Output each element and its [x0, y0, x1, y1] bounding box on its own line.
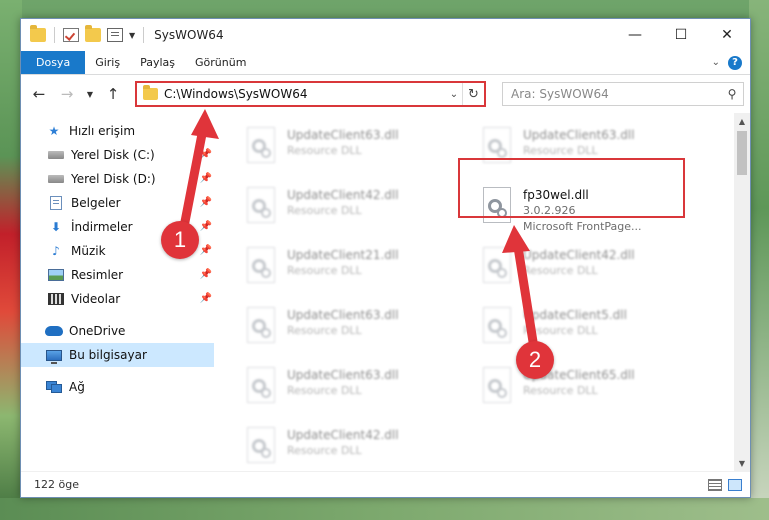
folder-icon — [30, 25, 46, 42]
address-dropdown-icon[interactable]: ⌄ — [446, 89, 462, 100]
new-folder-icon[interactable] — [85, 25, 101, 42]
back-button[interactable]: ← — [27, 82, 51, 106]
window-title: SysWOW64 — [154, 28, 224, 42]
item-count: 122 öge — [34, 478, 79, 491]
dll-file-icon — [244, 127, 278, 167]
tab-home[interactable]: Giriş — [85, 51, 130, 74]
videos-icon — [48, 293, 64, 305]
ribbon-tabs: Dosya Giriş Paylaş Görünüm ⌄ ? — [21, 51, 750, 75]
quick-access-toolbar: ▼ — [21, 25, 146, 43]
nav-item-videos[interactable]: Videolar 📌 — [21, 287, 214, 311]
tab-share[interactable]: Paylaş — [130, 51, 185, 74]
properties-check-icon[interactable] — [63, 28, 79, 42]
nav-network[interactable]: Ağ — [21, 375, 214, 399]
disk-icon — [48, 175, 64, 183]
navigation-pane: ★ Hızlı erişim Yerel Disk (C:) 📌 Yerel D… — [21, 109, 219, 471]
dll-file-icon — [480, 367, 514, 407]
list-item[interactable]: UpdateClient63.dll Resource DLL — [244, 127, 399, 167]
dll-file-icon — [244, 427, 278, 467]
file-description: Microsoft FrontPage... — [523, 220, 642, 233]
computer-icon — [46, 349, 62, 364]
desktop-background-left — [0, 0, 22, 520]
list-item[interactable]: UpdateClient65.dll Resource DLL — [480, 367, 635, 407]
caption-buttons: — ☐ ✕ — [612, 19, 750, 51]
nav-item-local-disk-c[interactable]: Yerel Disk (C:) 📌 — [21, 143, 214, 167]
vertical-scrollbar[interactable]: ▲ ▼ — [734, 113, 750, 471]
dll-file-icon — [244, 307, 278, 347]
toolbar-divider — [143, 27, 145, 43]
dll-file-icon — [244, 367, 278, 407]
list-item[interactable]: UpdateClient42.dll Resource DLL — [244, 427, 399, 467]
music-icon: ♪ — [52, 244, 60, 258]
star-icon: ★ — [48, 124, 60, 138]
list-item[interactable]: UpdateClient42.dll Resource DLL — [244, 187, 399, 227]
search-placeholder: Ara: SysWOW64 — [511, 87, 609, 101]
pin-icon[interactable]: 📌 — [200, 293, 212, 304]
forward-button[interactable]: → — [55, 82, 79, 106]
pin-icon[interactable]: 📌 — [200, 197, 212, 208]
large-icons-view-icon[interactable] — [728, 478, 742, 491]
details-view-icon[interactable] — [708, 478, 722, 491]
title-bar: ▼ SysWOW64 — ☐ ✕ — [21, 19, 750, 51]
pin-icon[interactable]: 📌 — [200, 269, 212, 280]
desktop-background-bottom — [0, 498, 769, 520]
address-bar[interactable]: C:\Windows\SysWOW64 ⌄ ↻ — [135, 81, 486, 107]
folder-icon — [143, 85, 158, 100]
annotation-badge-2: 2 — [516, 341, 554, 379]
dll-file-icon — [480, 247, 514, 287]
qa-dropdown-icon[interactable]: ▼ — [129, 31, 135, 40]
nav-onedrive[interactable]: OneDrive — [21, 319, 214, 343]
nav-item-local-disk-d[interactable]: Yerel Disk (D:) 📌 — [21, 167, 214, 191]
scroll-up-icon[interactable]: ▲ — [734, 113, 750, 129]
navigation-bar: ← → ▼ ↑ C:\Windows\SysWOW64 ⌄ ↻ Ara: Sys… — [21, 75, 750, 113]
nav-this-pc[interactable]: Bu bilgisayar — [21, 343, 214, 367]
close-button[interactable]: ✕ — [704, 19, 750, 51]
refresh-icon[interactable]: ↻ — [462, 83, 484, 105]
search-icon[interactable]: ⚲ — [721, 87, 743, 101]
downloads-icon: ⬇ — [50, 220, 62, 234]
dll-file-icon — [244, 247, 278, 287]
maximize-button[interactable]: ☐ — [658, 19, 704, 51]
annotation-badge-1: 1 — [161, 221, 199, 259]
scroll-thumb[interactable] — [737, 131, 747, 175]
recent-locations-button[interactable]: ▼ — [83, 82, 97, 106]
list-item[interactable]: UpdateClient63.dll Resource DLL — [244, 307, 399, 347]
pin-icon[interactable]: 📌 — [200, 149, 212, 160]
ribbon-expand-icon[interactable]: ⌄ — [712, 57, 720, 68]
list-item[interactable]: UpdateClient63.dll Resource DLL — [244, 367, 399, 407]
network-icon — [46, 381, 62, 393]
desktop-background-right — [749, 0, 769, 520]
nav-item-documents[interactable]: Belgeler 📌 — [21, 191, 214, 215]
scroll-down-icon[interactable]: ▼ — [734, 455, 750, 471]
help-icon[interactable]: ? — [728, 55, 742, 70]
toolbar-divider — [54, 27, 55, 43]
list-item[interactable]: UpdateClient5.dll Resource DLL — [480, 307, 627, 347]
pin-icon[interactable]: 📌 — [200, 245, 212, 256]
customize-icon[interactable] — [107, 28, 123, 42]
pin-icon[interactable]: 📌 — [200, 173, 212, 184]
tab-view[interactable]: Görünüm — [185, 51, 256, 74]
file-highlight-box — [458, 158, 685, 218]
dll-file-icon — [480, 307, 514, 347]
list-item[interactable]: UpdateClient21.dll Resource DLL — [244, 247, 399, 287]
up-button[interactable]: ↑ — [101, 82, 125, 106]
minimize-button[interactable]: — — [612, 19, 658, 51]
list-item[interactable]: UpdateClient42.dll Resource DLL — [480, 247, 635, 287]
documents-icon — [50, 196, 62, 210]
nav-quick-access[interactable]: ★ Hızlı erişim — [21, 119, 214, 143]
dll-file-icon — [244, 187, 278, 227]
disk-icon — [48, 151, 64, 159]
explorer-window: ▼ SysWOW64 — ☐ ✕ Dosya Giriş Paylaş Görü… — [20, 18, 751, 498]
nav-item-pictures[interactable]: Resimler 📌 — [21, 263, 214, 287]
pictures-icon — [48, 269, 64, 281]
status-bar: 122 öge — [21, 471, 750, 497]
pin-icon[interactable]: 📌 — [200, 221, 212, 232]
onedrive-cloud-icon — [45, 326, 63, 336]
tab-file[interactable]: Dosya — [21, 51, 86, 74]
address-path[interactable]: C:\Windows\SysWOW64 — [164, 87, 446, 101]
search-input[interactable]: Ara: SysWOW64 ⚲ — [502, 82, 744, 106]
